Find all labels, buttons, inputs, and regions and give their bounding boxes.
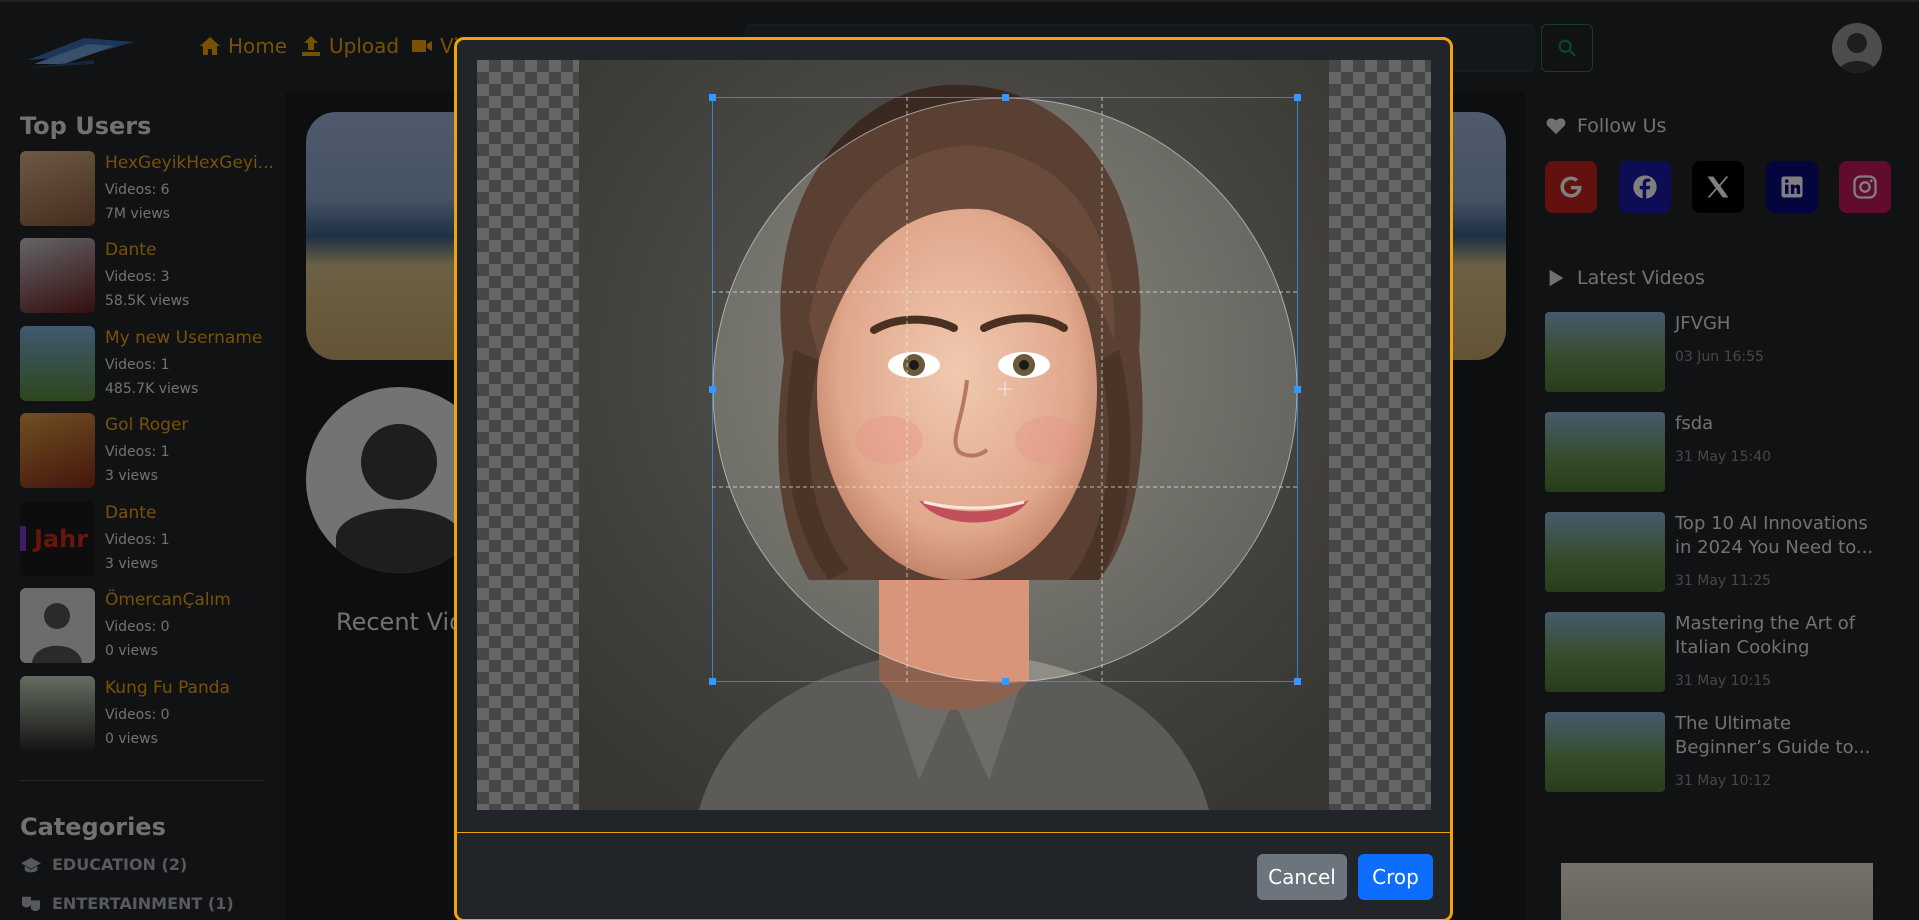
crop-handle-w[interactable] — [709, 386, 716, 393]
crop-handle-se[interactable] — [1294, 678, 1301, 685]
cropper-canvas[interactable] — [477, 60, 1431, 810]
crop-handle-s[interactable] — [1002, 678, 1009, 685]
crop-button[interactable]: Crop — [1358, 854, 1433, 900]
crop-guides — [712, 97, 1298, 682]
crop-box[interactable] — [709, 94, 1301, 685]
crop-modal: Cancel Crop — [454, 37, 1453, 920]
crop-modal-body — [457, 40, 1450, 833]
crop-modal-footer: Cancel Crop — [457, 834, 1450, 919]
crop-handle-nw[interactable] — [709, 94, 716, 101]
crop-handle-n[interactable] — [1002, 94, 1009, 101]
crop-handle-ne[interactable] — [1294, 94, 1301, 101]
cancel-button[interactable]: Cancel — [1257, 854, 1347, 900]
crop-handle-sw[interactable] — [709, 678, 716, 685]
crop-handle-e[interactable] — [1294, 386, 1301, 393]
